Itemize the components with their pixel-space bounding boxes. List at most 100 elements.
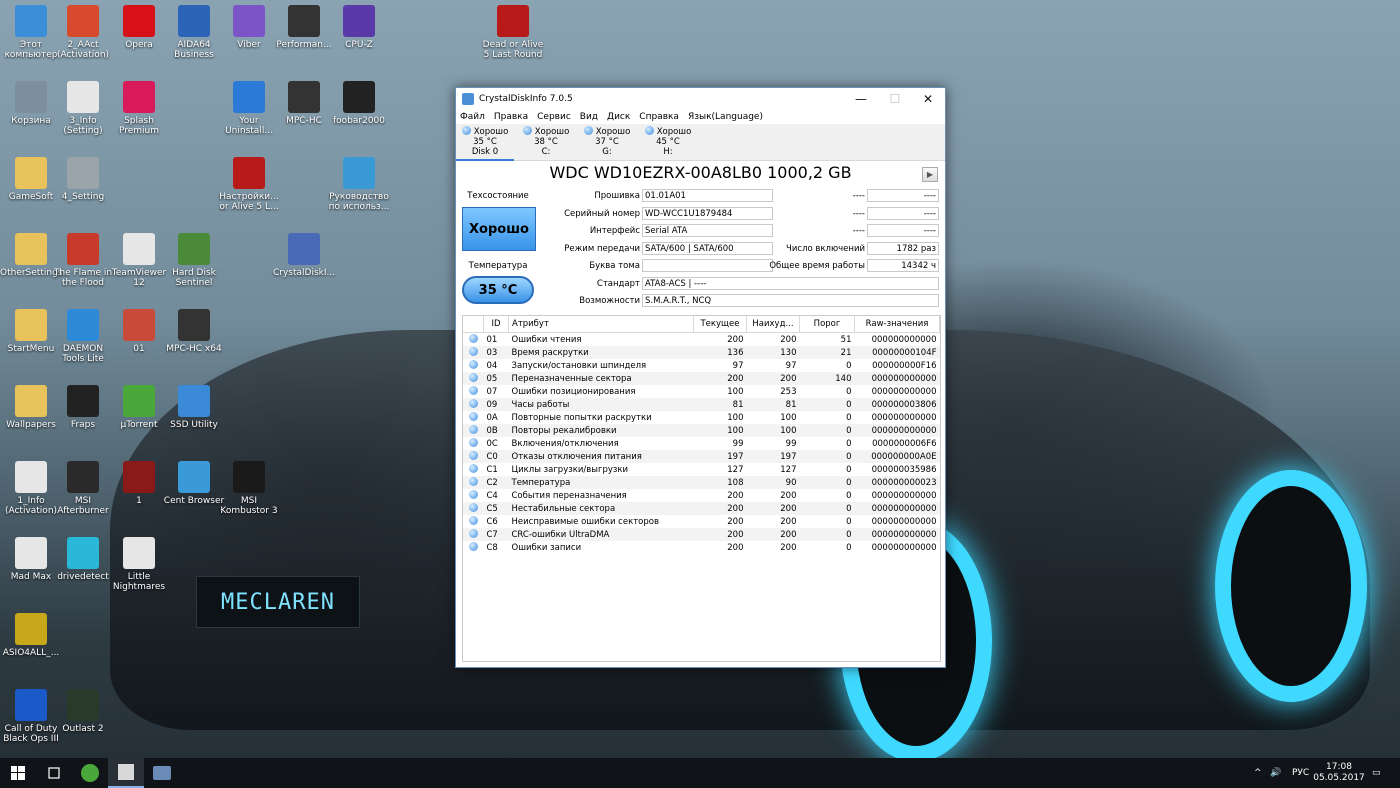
health-status-button[interactable]: Хорошо xyxy=(462,207,536,251)
col-worst[interactable]: Наихуд... xyxy=(746,316,800,333)
minimize-button[interactable]: — xyxy=(844,88,878,110)
desktop-shortcut[interactable]: MSI Afterburner xyxy=(52,461,114,516)
table-row[interactable]: 01 Ошибки чтения 200 200 51 000000000000 xyxy=(463,333,940,347)
desktop-shortcut[interactable]: 01 xyxy=(108,309,170,354)
windows-logo-icon xyxy=(11,766,25,780)
close-button[interactable]: ✕ xyxy=(911,88,945,110)
table-row[interactable]: C7 CRC-ошибки UltraDMA 200 200 0 000000000000 xyxy=(463,528,940,541)
disk-tab-2[interactable]: Хорошо 37 °C G: xyxy=(578,126,636,157)
title-bar[interactable]: CrystalDiskInfo 7.0.5 — ☐ ✕ xyxy=(456,88,945,110)
taskbar-crystaldisk-button[interactable] xyxy=(108,758,144,788)
language-indicator[interactable]: РУС xyxy=(1292,758,1309,788)
tray-chevron-icon[interactable]: ^ xyxy=(1254,758,1262,788)
desktop-shortcut[interactable]: Viber xyxy=(218,5,280,50)
table-row[interactable]: C6 Неисправимые ошибки секторов 200 200 0 000… xyxy=(463,515,940,528)
desktop-shortcut[interactable]: 2_AAct (Activation) xyxy=(52,5,114,60)
col-current[interactable]: Текущее xyxy=(693,316,747,333)
taskbar-utorrent-button[interactable] xyxy=(72,758,108,788)
desktop-shortcut[interactable]: ASIO4ALL_... xyxy=(0,613,62,658)
menu-disk[interactable]: Диск xyxy=(607,112,630,122)
next-disk-button[interactable]: ▶ xyxy=(922,167,938,182)
desktop-shortcut[interactable]: drivedetect xyxy=(52,537,114,582)
menu-help[interactable]: Справка xyxy=(639,112,679,122)
desktop-shortcut[interactable]: Performan... xyxy=(273,5,335,50)
cell-current: 99 xyxy=(732,438,744,449)
table-row[interactable]: 0B Повторы рекалибровки 100 100 0 00000000000… xyxy=(463,424,940,437)
interface-value: Serial ATA xyxy=(642,224,773,237)
task-view-button[interactable] xyxy=(36,758,72,788)
desktop-shortcut[interactable]: MSI Kombustor 3 xyxy=(218,461,280,516)
desktop-shortcut[interactable]: SSD Utility xyxy=(163,385,225,430)
desktop-shortcut[interactable]: CPU-Z xyxy=(328,5,390,50)
maximize-button[interactable]: ☐ xyxy=(878,88,912,110)
menu-service[interactable]: Сервис xyxy=(537,112,571,122)
desktop-shortcut[interactable]: 4_Setting xyxy=(52,157,114,202)
desktop-shortcut[interactable]: Hard Disk Sentinel xyxy=(163,233,225,288)
desktop-shortcut[interactable]: 3_Info (Setting) xyxy=(52,81,114,136)
desktop-shortcut[interactable]: Fraps xyxy=(52,385,114,430)
status-dot-icon xyxy=(468,541,478,551)
menu-file[interactable]: Файл xyxy=(460,112,485,122)
desktop-shortcut[interactable]: Настройки... or Alive 5 L... xyxy=(218,157,280,212)
smart-attributes-table[interactable]: ID Атрибут Текущее Наихуд... Порог Raw-з… xyxy=(462,315,941,662)
disk-tab-1[interactable]: Хорошо 38 °C C: xyxy=(517,126,575,157)
col-threshold[interactable]: Порог xyxy=(799,316,855,333)
table-row[interactable]: C1 Циклы загрузки/выгрузки 127 127 0 00000003… xyxy=(463,463,940,476)
desktop-shortcut[interactable]: Dead or Alive 5 Last Round xyxy=(482,5,544,60)
table-row[interactable]: 05 Переназначенные сектора 200 200 140 000000… xyxy=(463,372,940,385)
volume-icon[interactable]: 🔊 xyxy=(1270,758,1281,788)
desktop-shortcut[interactable]: MPC-HC x64 xyxy=(163,309,225,354)
temperature-indicator[interactable]: 35 °C xyxy=(462,276,534,304)
desktop-shortcut[interactable]: DAEMON Tools Lite xyxy=(52,309,114,364)
table-row[interactable]: 0A Повторные попытки раскрутки 100 100 0 0000… xyxy=(463,411,940,424)
cell-attribute: Отказы отключения питания xyxy=(508,450,694,463)
table-row[interactable]: C8 Ошибки записи 200 200 0 000000000000 xyxy=(463,541,940,554)
col-status[interactable] xyxy=(463,316,484,333)
disk-tab-0[interactable]: Хорошо 35 °C Disk 0 xyxy=(456,126,514,161)
desktop-shortcut[interactable]: foobar2000 xyxy=(328,81,390,126)
table-row[interactable]: 04 Запуски/остановки шпинделя 97 97 0 0000000… xyxy=(463,359,940,372)
notifications-icon[interactable]: ▭ xyxy=(1372,758,1381,788)
desktop-shortcut[interactable]: Little Nightmares xyxy=(108,537,170,592)
desktop-shortcut[interactable]: µTorrent xyxy=(108,385,170,430)
col-attribute[interactable]: Атрибут xyxy=(508,316,694,333)
table-row[interactable]: 03 Время раскрутки 136 130 21 00000000104F xyxy=(463,346,940,359)
menu-edit[interactable]: Правка xyxy=(494,112,528,122)
col-raw[interactable]: Raw-значения xyxy=(854,316,940,333)
menu-view[interactable]: Вид xyxy=(580,112,598,122)
desktop-shortcut[interactable]: AIDA64 Business xyxy=(163,5,225,60)
clock[interactable]: 17:08 05.05.2017 xyxy=(1313,758,1365,788)
table-row[interactable]: C4 События переназначения 200 200 0 000000000… xyxy=(463,489,940,502)
desktop-shortcut[interactable]: 1 xyxy=(108,461,170,506)
cell-threshold: 0 xyxy=(799,502,855,515)
table-row[interactable]: C2 Температура 108 90 0 000000000023 xyxy=(463,476,940,489)
col-id[interactable]: ID xyxy=(483,316,509,333)
cell-current: 200 xyxy=(727,490,744,501)
menu-language[interactable]: Язык(Language) xyxy=(688,112,763,122)
desktop-shortcut[interactable]: Руководство по использ... xyxy=(328,157,390,212)
table-row[interactable]: 07 Ошибки позиционирования 100 253 0 00000000… xyxy=(463,385,940,398)
table-row[interactable]: C5 Нестабильные сектора 200 200 0 00000000000… xyxy=(463,502,940,515)
desktop-shortcut[interactable]: TeamViewer 12 xyxy=(108,233,170,288)
document-icon xyxy=(15,537,47,569)
table-row[interactable]: 0C Включения/отключения 99 99 0 0000000006F6 xyxy=(463,437,940,450)
desktop-shortcut[interactable]: CrystalDiskI... xyxy=(273,233,335,278)
table-row[interactable]: C0 Отказы отключения питания 197 197 0 000000… xyxy=(463,450,940,463)
start-button[interactable] xyxy=(0,758,36,788)
cell-worst: 200 xyxy=(780,490,797,501)
task-view-icon xyxy=(48,767,60,779)
disk-tab-3[interactable]: Хорошо 45 °C H: xyxy=(639,126,697,157)
taskbar-app-button[interactable] xyxy=(144,758,180,788)
desktop-shortcut-label: Cent Browser xyxy=(163,496,225,506)
desktop-shortcut[interactable]: Cent Browser xyxy=(163,461,225,506)
table-row[interactable]: 09 Часы работы 81 81 0 000000003806 xyxy=(463,398,940,411)
desktop-shortcut[interactable]: Splash Premium xyxy=(108,81,170,136)
desktop-shortcut[interactable]: Opera xyxy=(108,5,170,50)
desktop-shortcut[interactable]: Your Uninstall... xyxy=(218,81,280,136)
desktop-shortcut[interactable]: MPC-HC xyxy=(273,81,335,126)
status-dot-icon xyxy=(468,502,478,512)
desktop-shortcut[interactable]: Outlast 2 xyxy=(52,689,114,734)
aida64-icon xyxy=(178,5,210,37)
cell-attribute: События переназначения xyxy=(511,490,627,501)
desktop-shortcut[interactable]: The Flame in the Flood xyxy=(52,233,114,288)
